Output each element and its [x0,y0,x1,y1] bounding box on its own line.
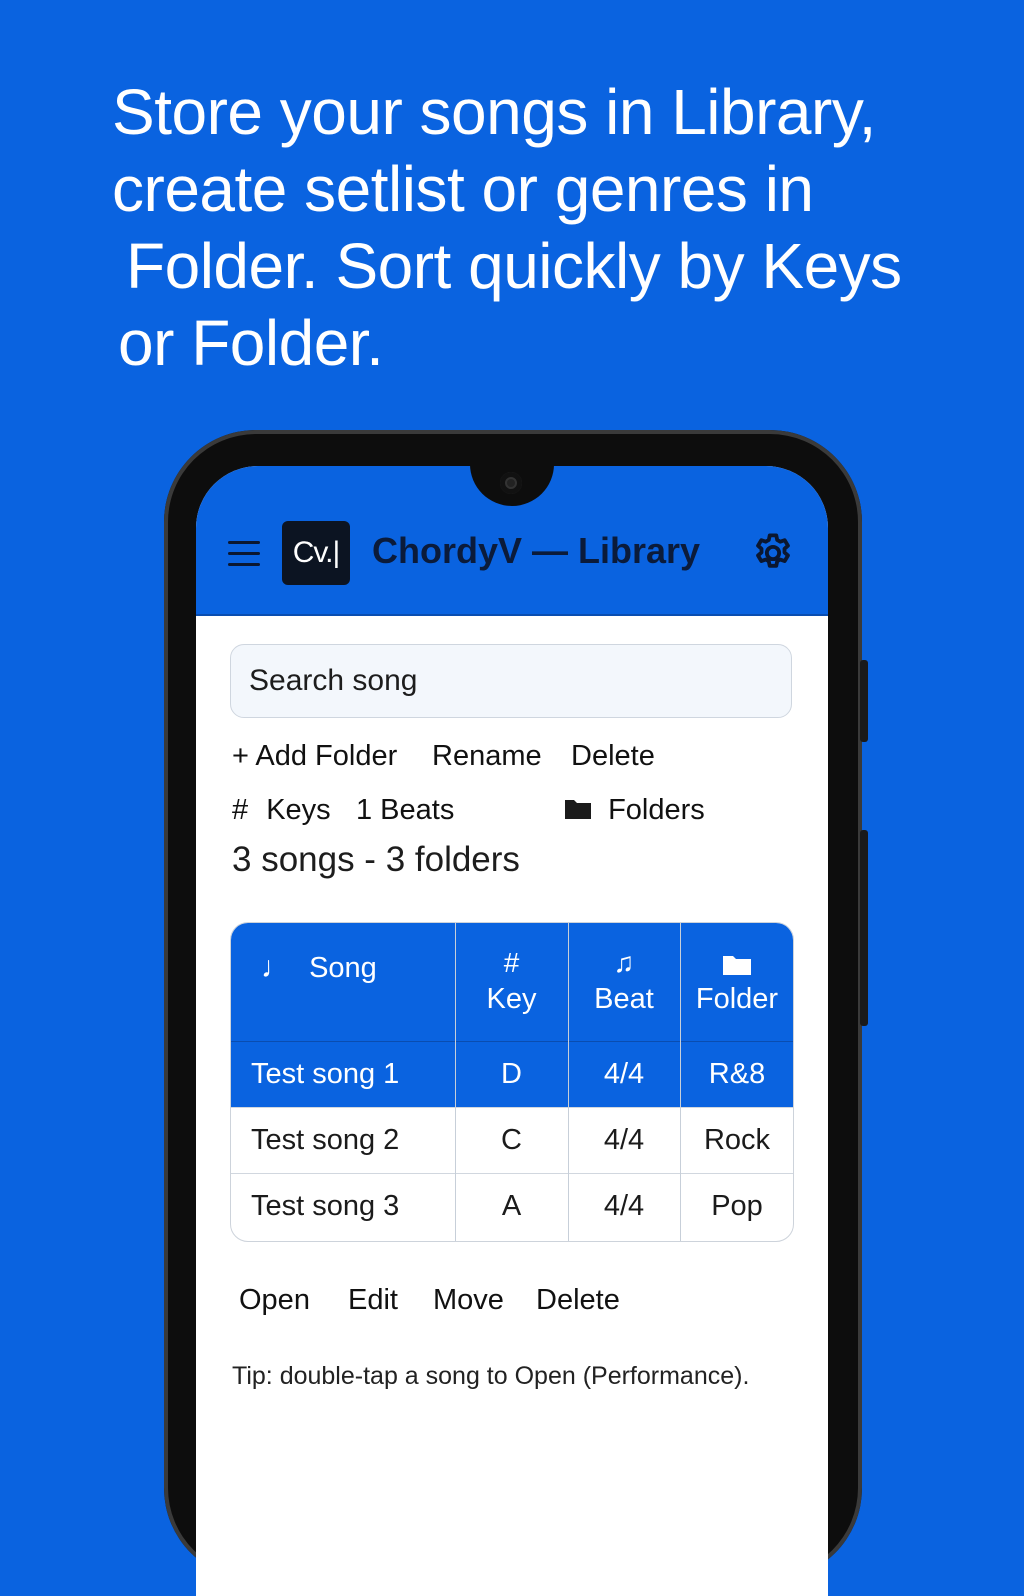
add-folder-button[interactable]: + Add Folder [232,740,397,773]
open-song-button[interactable]: Open [239,1284,310,1317]
headline-line-3: Folder. Sort quickly by Keys [126,230,902,302]
move-song-button[interactable]: Move [433,1284,504,1317]
app-screen: Cv.| ChordyV — Library + Add Folder Rena… [196,466,828,1596]
column-header-folder[interactable]: Folder [680,923,793,1041]
promo-headline: Store your songs in Library, create setl… [112,74,952,382]
tip-text: Tip: double-tap a song to Open (Performa… [232,1362,750,1390]
cell-folder: Rock [703,1124,771,1156]
table-header: ♩ Song # Key ♫ Beat Folder [231,923,793,1041]
delete-song-button[interactable]: Delete [536,1284,620,1317]
search-input[interactable] [230,644,792,718]
edit-song-button[interactable]: Edit [348,1284,398,1317]
music-note-icon: ♩ [261,951,291,984]
cell-beat: 4/4 [603,1190,645,1222]
song-table: ♩ Song # Key ♫ Beat Folder Test song 1 D… [230,922,794,1242]
phone-frame: Cv.| ChordyV — Library + Add Folder Rena… [164,430,868,1596]
column-header-song[interactable]: ♩ Song [231,923,455,1041]
table-row[interactable]: Test song 2 C 4/4 Rock [231,1107,793,1173]
app-title: ChordyV — Library [372,530,701,571]
cell-folder: R&8 [708,1058,766,1090]
table-row[interactable]: Test song 3 A 4/4 Pop [231,1173,793,1239]
cell-song: Test song 2 [251,1124,400,1156]
table-row[interactable]: Test song 1 D 4/4 R&8 [231,1041,793,1107]
volume-button [860,660,868,742]
sort-by-keys-button[interactable]: # Keys [232,794,331,827]
cell-beat: 4/4 [603,1058,645,1090]
column-label-song: Song [309,952,377,984]
sort-folders-label: Folders [608,794,705,826]
hash-icon: # [232,794,249,826]
cell-key: C [501,1124,522,1156]
column-divider [455,923,456,1241]
column-label-folder: Folder [695,983,779,1015]
gear-icon[interactable] [750,530,796,576]
delete-folder-button[interactable]: Delete [571,740,655,773]
column-header-key[interactable]: # Key [455,923,568,1041]
front-camera-icon [500,472,522,494]
headline-line-1: Store your songs in Library, [112,76,876,148]
app-logo: Cv.| [282,521,350,585]
cell-song: Test song 1 [251,1058,400,1090]
column-label-beat: Beat [594,983,654,1015]
folder-icon [565,800,591,819]
column-divider [568,923,569,1241]
cell-folder: Pop [711,1190,763,1222]
folder-icon [680,947,793,979]
sort-keys-label: Keys [266,794,331,826]
sort-by-beats-button[interactable]: 1 Beats [356,794,454,827]
cell-key: D [501,1058,522,1090]
hamburger-menu-icon[interactable] [228,541,260,567]
column-header-beat[interactable]: ♫ Beat [568,923,680,1041]
hash-icon: # [503,947,520,978]
beamed-notes-icon: ♫ [613,947,635,978]
library-summary: 3 songs - 3 folders [232,840,520,879]
headline-line-2: create setlist or genres in [112,153,814,225]
column-divider [680,923,681,1241]
power-button [860,830,868,1026]
cell-key: A [501,1190,522,1222]
rename-folder-button[interactable]: Rename [432,740,542,773]
cell-beat: 4/4 [603,1124,645,1156]
headline-line-4: or Folder. [118,307,384,379]
cell-song: Test song 3 [251,1190,400,1222]
column-label-key: Key [486,983,537,1015]
sort-by-folders-button[interactable]: Folders [564,794,705,827]
